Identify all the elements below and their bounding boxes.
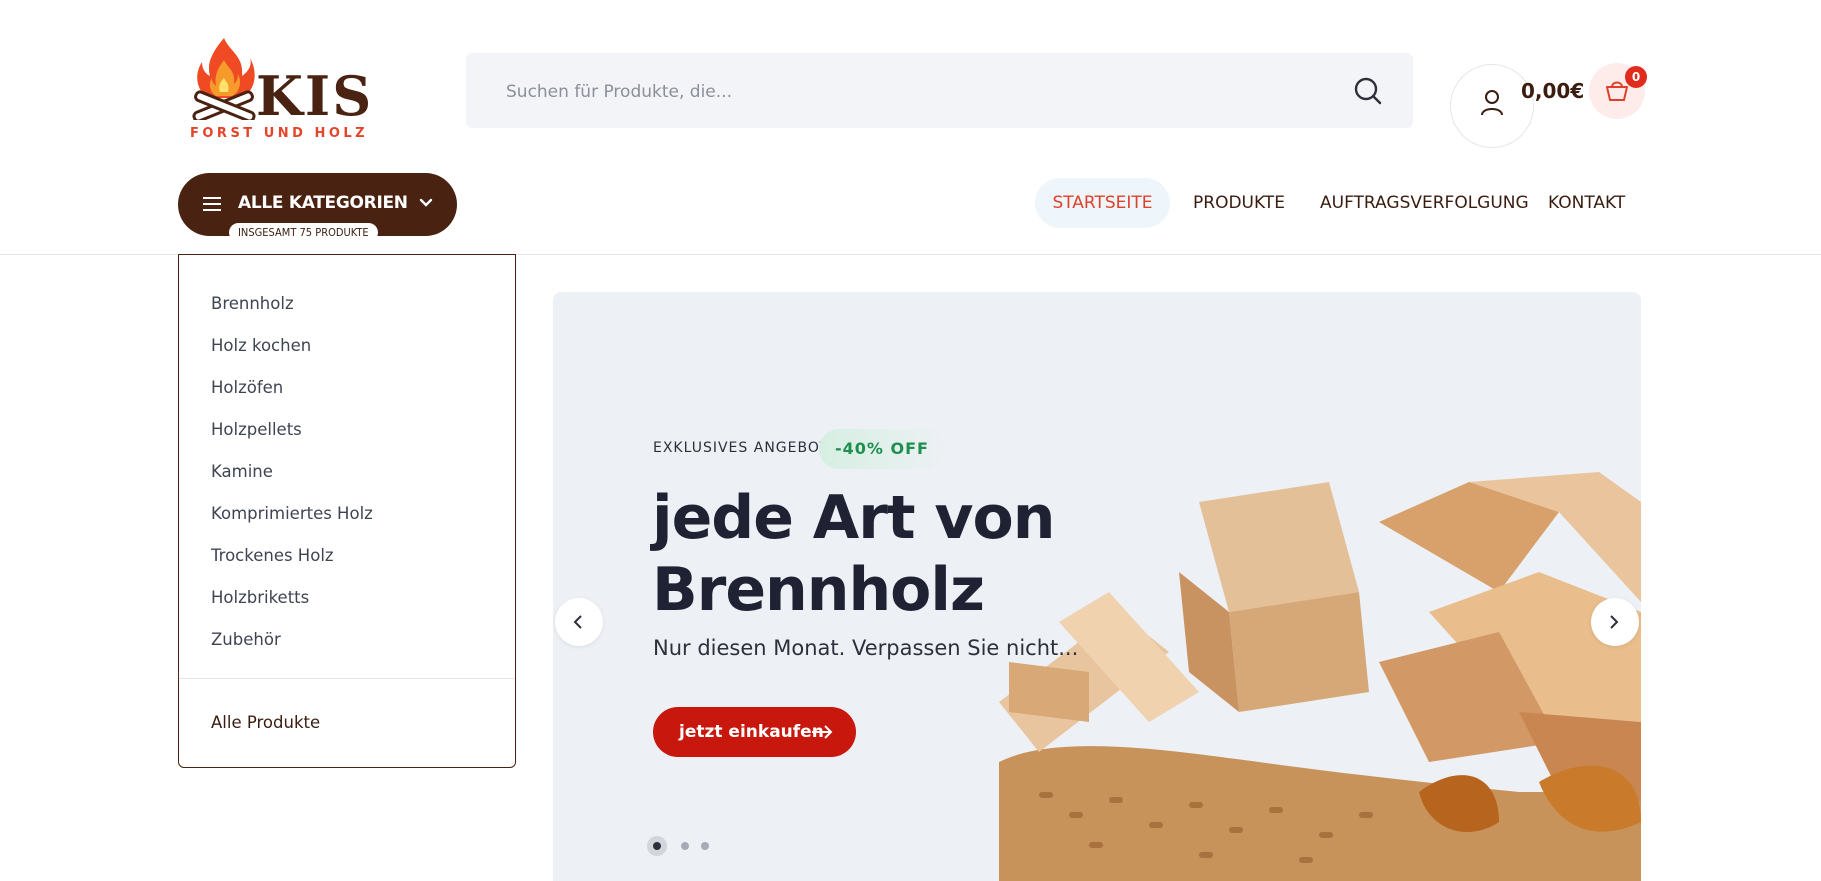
- hero-slider: EXKLUSIVES ANGEBOT -40% OFF jede Art von…: [553, 292, 1641, 881]
- category-item-kamine[interactable]: Kamine: [211, 451, 373, 493]
- chevron-down-icon: [419, 198, 433, 207]
- category-item-trockenes-holz[interactable]: Trockenes Holz: [211, 535, 373, 577]
- brand-logo[interactable]: KIS FORST UND HOLZ: [186, 34, 386, 146]
- category-divider: [179, 678, 515, 679]
- chevron-left-icon: [573, 615, 582, 629]
- discount-badge: -40% OFF: [819, 429, 945, 469]
- all-categories-label: ALLE KATEGORIEN: [238, 193, 408, 213]
- search-bar: [466, 53, 1413, 130]
- search-icon: [1354, 77, 1382, 105]
- category-dropdown: Brennholz Holz kochen Holzöfen Holzpelle…: [178, 254, 516, 768]
- category-list: Brennholz Holz kochen Holzöfen Holzpelle…: [211, 283, 373, 661]
- category-item-holz-kochen[interactable]: Holz kochen: [211, 325, 373, 367]
- flame-logo-icon: [192, 38, 256, 120]
- user-icon: [1481, 90, 1503, 116]
- hero-title-line-2: Brennholz: [652, 555, 985, 625]
- search-button[interactable]: [1353, 76, 1383, 106]
- shop-now-button[interactable]: jetzt einkaufen: [653, 707, 856, 757]
- hero-subtitle: Nur diesen Monat. Verpassen Sie nicht...: [653, 636, 1079, 660]
- nav-contact[interactable]: KONTAKT: [1548, 178, 1625, 228]
- category-item-brennholz[interactable]: Brennholz: [211, 283, 373, 325]
- brand-name: KIS: [256, 64, 374, 128]
- nav-products[interactable]: PRODUKTE: [1193, 178, 1285, 228]
- nav-order-tracking[interactable]: AUFTRAGSVERFOLGUNG: [1320, 178, 1529, 228]
- nav-home[interactable]: STARTSEITE: [1035, 178, 1170, 228]
- shop-now-label: jetzt einkaufen: [679, 722, 824, 742]
- menu-icon: [203, 197, 221, 211]
- account-button[interactable]: [1450, 64, 1534, 148]
- all-products-link[interactable]: Alle Produkte: [211, 713, 320, 732]
- arrow-right-icon: [812, 725, 833, 739]
- category-item-holzpellets[interactable]: Holzpellets: [211, 409, 373, 451]
- category-item-komprimiertes-holz[interactable]: Komprimiertes Holz: [211, 493, 373, 535]
- hero-eyebrow: EXKLUSIVES ANGEBOT: [653, 440, 830, 456]
- slider-dot-3[interactable]: [701, 842, 709, 850]
- chevron-right-icon: [1610, 615, 1619, 629]
- cart-total[interactable]: 0,00€: [1521, 79, 1584, 103]
- slider-next-button[interactable]: [1591, 598, 1639, 646]
- cart-count-badge: 0: [1625, 66, 1647, 88]
- hero-title-line-1: jede Art von: [652, 483, 1055, 553]
- category-item-holzbriketts[interactable]: Holzbriketts: [211, 577, 373, 619]
- search-input[interactable]: [504, 53, 1328, 130]
- slider-dot-2[interactable]: [681, 842, 689, 850]
- brand-tagline: FORST UND HOLZ: [190, 126, 369, 141]
- total-products-badge: INSGESAMT 75 PRODUKTE: [229, 223, 378, 242]
- category-item-zubehoer[interactable]: Zubehör: [211, 619, 373, 661]
- slider-dot-1[interactable]: [647, 836, 667, 856]
- slider-prev-button[interactable]: [555, 598, 603, 646]
- hero-title: jede Art von Brennholz: [652, 482, 1172, 626]
- category-item-holzoefen[interactable]: Holzöfen: [211, 367, 373, 409]
